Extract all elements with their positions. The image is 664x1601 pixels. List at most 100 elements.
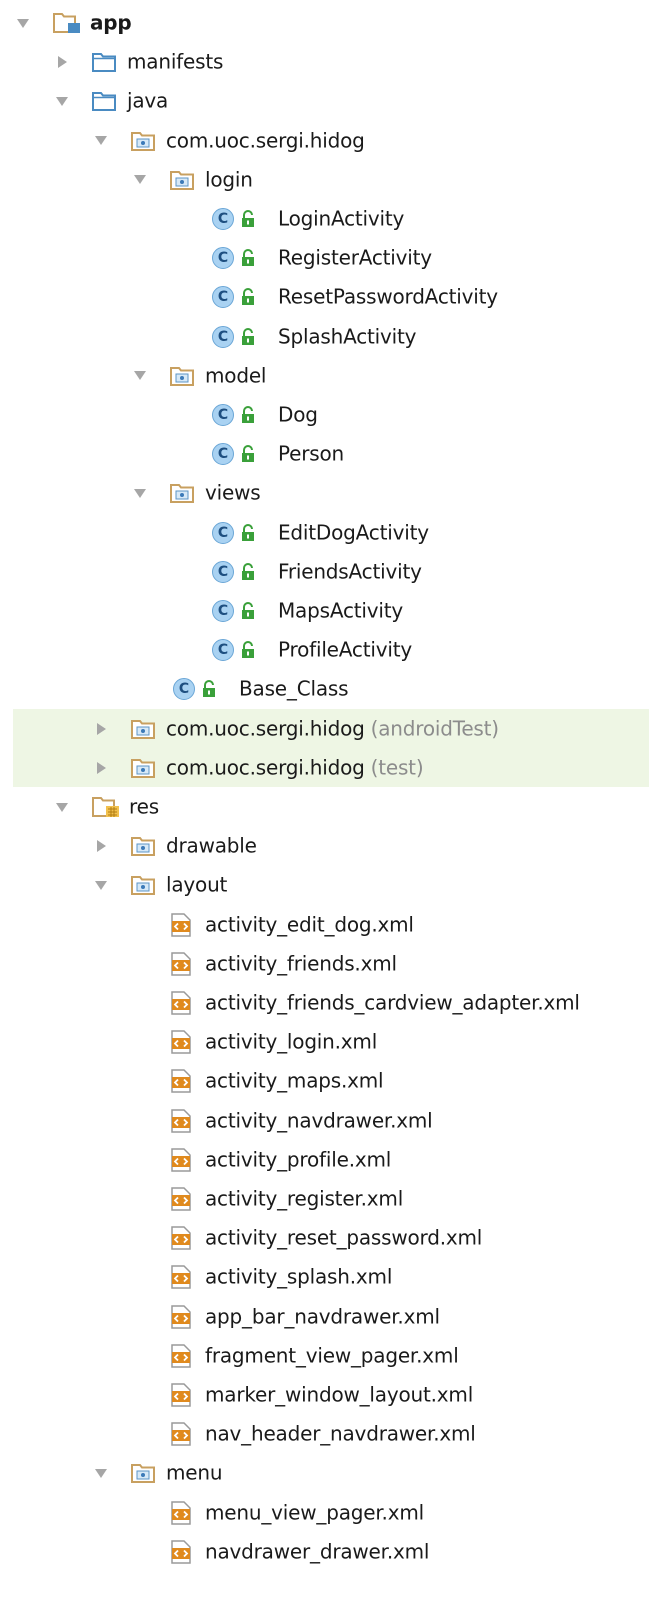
public-lock-icon bbox=[240, 210, 256, 228]
node-name: com.uoc.sergi.hidog bbox=[166, 128, 365, 153]
tree-node-label: Dog bbox=[278, 403, 318, 427]
tree-node-label: SplashActivity bbox=[278, 324, 416, 348]
package-icon bbox=[131, 836, 155, 857]
tree-node-com-uoc-sergi-hidog[interactable]: com.uoc.sergi.hidog (androidTest) bbox=[13, 709, 649, 749]
tree-node-label: drawable bbox=[166, 834, 257, 858]
package-icon bbox=[170, 366, 194, 386]
public-lock-icon bbox=[240, 406, 256, 424]
node-name: marker_window_layout.xml bbox=[205, 1382, 474, 1407]
node-name: drawable bbox=[166, 833, 257, 858]
class-icon: C bbox=[212, 286, 234, 309]
tree-node-fragment-view-pager-xml[interactable]: fragment_view_pager.xml bbox=[0, 1336, 664, 1375]
tree-node-editdogactivity[interactable]: C EditDogActivity bbox=[0, 513, 664, 552]
tree-node-activity-login-xml[interactable]: activity_login.xml bbox=[0, 1023, 664, 1062]
node-name: EditDogActivity bbox=[278, 520, 429, 545]
tree-node-label: RegisterActivity bbox=[278, 246, 432, 270]
tree-node-menu-view-pager-xml[interactable]: menu_view_pager.xml bbox=[0, 1493, 664, 1532]
tree-node-label: marker_window_layout.xml bbox=[205, 1383, 473, 1407]
tree-node-com-uoc-sergi-hidog[interactable]: com.uoc.sergi.hidog bbox=[0, 121, 664, 160]
tree-node-loginactivity[interactable]: C LoginActivity bbox=[0, 200, 664, 239]
tree-node-login[interactable]: login bbox=[0, 160, 664, 199]
tree-node-activity-register-xml[interactable]: activity_register.xml bbox=[0, 1180, 664, 1219]
tree-node-java[interactable]: java bbox=[0, 82, 664, 121]
package-icon bbox=[131, 1463, 155, 1484]
collapse-arrow-icon[interactable] bbox=[94, 722, 108, 736]
node-name: fragment_view_pager.xml bbox=[205, 1343, 459, 1368]
tree-node-label: ProfileActivity bbox=[278, 638, 412, 662]
node-name: activity_splash.xml bbox=[205, 1264, 393, 1289]
tree-node-label: activity_friends_cardview_adapter.xml bbox=[205, 991, 580, 1015]
node-name: activity_register.xml bbox=[205, 1186, 404, 1211]
expand-arrow-icon[interactable] bbox=[94, 1466, 108, 1480]
xml-file-icon bbox=[170, 1108, 192, 1133]
collapse-arrow-icon[interactable] bbox=[94, 839, 108, 853]
tree-node-label: activity_profile.xml bbox=[205, 1147, 391, 1171]
tree-node-resetpasswordactivity[interactable]: C ResetPasswordActivity bbox=[0, 278, 664, 317]
expand-arrow-icon[interactable] bbox=[94, 134, 108, 148]
tree-node-label: activity_edit_dog.xml bbox=[205, 912, 414, 936]
xml-file-icon bbox=[170, 952, 192, 976]
tree-node-navdrawer-drawer-xml[interactable]: navdrawer_drawer.xml bbox=[0, 1532, 664, 1571]
tree-node-label: EditDogActivity bbox=[278, 520, 429, 544]
tree-node-mapsactivity[interactable]: C MapsActivity bbox=[0, 592, 664, 631]
tree-node-menu[interactable]: menu bbox=[0, 1454, 664, 1493]
tree-node-views[interactable]: views bbox=[0, 474, 664, 513]
tree-node-marker-window-layout-xml[interactable]: marker_window_layout.xml bbox=[0, 1376, 664, 1415]
tree-node-nav-header-navdrawer-xml[interactable]: nav_header_navdrawer.xml bbox=[0, 1415, 664, 1454]
node-name: Base_Class bbox=[239, 676, 349, 701]
tree-node-activity-edit-dog-xml[interactable]: activity_edit_dog.xml bbox=[0, 905, 664, 944]
tree-node-person[interactable]: C Person bbox=[0, 435, 664, 474]
tree-node-label: activity_login.xml bbox=[205, 1030, 377, 1054]
tree-node-app[interactable]: app bbox=[0, 4, 664, 43]
tree-node-dog[interactable]: C Dog bbox=[0, 396, 664, 435]
node-name: layout bbox=[166, 872, 228, 897]
tree-node-activity-maps-xml[interactable]: activity_maps.xml bbox=[0, 1062, 664, 1101]
tree-node-res[interactable]: res bbox=[0, 788, 664, 827]
tree-node-registeractivity[interactable]: C RegisterActivity bbox=[0, 239, 664, 278]
tree-node-friendsactivity[interactable]: C FriendsActivity bbox=[0, 552, 664, 591]
collapse-arrow-icon[interactable] bbox=[94, 761, 108, 775]
tree-node-label: com.uoc.sergi.hidog (androidTest) bbox=[166, 716, 499, 740]
node-name: activity_friends.xml bbox=[205, 951, 397, 976]
tree-node-activity-navdrawer-xml[interactable]: activity_navdrawer.xml bbox=[0, 1101, 664, 1140]
node-name: ProfileActivity bbox=[278, 637, 412, 662]
node-name: activity_friends_cardview_adapter.xml bbox=[205, 990, 580, 1015]
tree-node-activity-profile-xml[interactable]: activity_profile.xml bbox=[0, 1140, 664, 1179]
tree-node-label: activity_friends.xml bbox=[205, 951, 397, 975]
tree-node-layout[interactable]: layout bbox=[0, 866, 664, 905]
class-icon: C bbox=[212, 600, 234, 622]
tree-node-com-uoc-sergi-hidog[interactable]: com.uoc.sergi.hidog (test) bbox=[13, 748, 649, 788]
tree-node-manifests[interactable]: manifests bbox=[0, 43, 664, 82]
node-name: java bbox=[127, 88, 169, 113]
expand-arrow-icon[interactable] bbox=[55, 94, 69, 108]
expand-arrow-icon[interactable] bbox=[133, 173, 147, 187]
node-name: Person bbox=[278, 441, 345, 466]
package-icon bbox=[131, 758, 155, 778]
expand-arrow-icon[interactable] bbox=[55, 800, 69, 814]
expand-arrow-icon[interactable] bbox=[133, 369, 147, 383]
collapse-arrow-icon[interactable] bbox=[55, 55, 69, 69]
tree-node-drawable[interactable]: drawable bbox=[0, 827, 664, 866]
public-lock-icon bbox=[201, 680, 217, 698]
xml-file-icon bbox=[170, 1148, 192, 1172]
tree-node-label: navdrawer_drawer.xml bbox=[205, 1539, 429, 1563]
class-icon: C bbox=[212, 208, 234, 230]
node-name: app_bar_navdrawer.xml bbox=[205, 1304, 440, 1329]
node-name: activity_reset_password.xml bbox=[205, 1225, 483, 1250]
tree-node-label: views bbox=[205, 481, 261, 505]
tree-node-app-bar-navdrawer-xml[interactable]: app_bar_navdrawer.xml bbox=[0, 1297, 664, 1336]
tree-node-splashactivity[interactable]: C SplashActivity bbox=[0, 317, 664, 356]
expand-arrow-icon[interactable] bbox=[133, 486, 147, 500]
tree-node-base-class[interactable]: C Base_Class bbox=[0, 670, 664, 709]
tree-node-model[interactable]: model bbox=[0, 356, 664, 395]
tree-node-activity-reset-password-xml[interactable]: activity_reset_password.xml bbox=[0, 1219, 664, 1258]
expand-arrow-icon[interactable] bbox=[94, 878, 108, 892]
class-icon: C bbox=[212, 325, 234, 348]
xml-file-icon bbox=[170, 1540, 192, 1564]
tree-node-activity-splash-xml[interactable]: activity_splash.xml bbox=[0, 1258, 664, 1297]
tree-node-activity-friends-cardview-adapter-xml[interactable]: activity_friends_cardview_adapter.xml bbox=[0, 984, 664, 1023]
expand-arrow-icon[interactable] bbox=[16, 16, 30, 30]
tree-node-profileactivity[interactable]: C ProfileActivity bbox=[0, 631, 664, 670]
tree-node-activity-friends-xml[interactable]: activity_friends.xml bbox=[0, 944, 664, 983]
tree-node-label: java bbox=[127, 89, 168, 113]
